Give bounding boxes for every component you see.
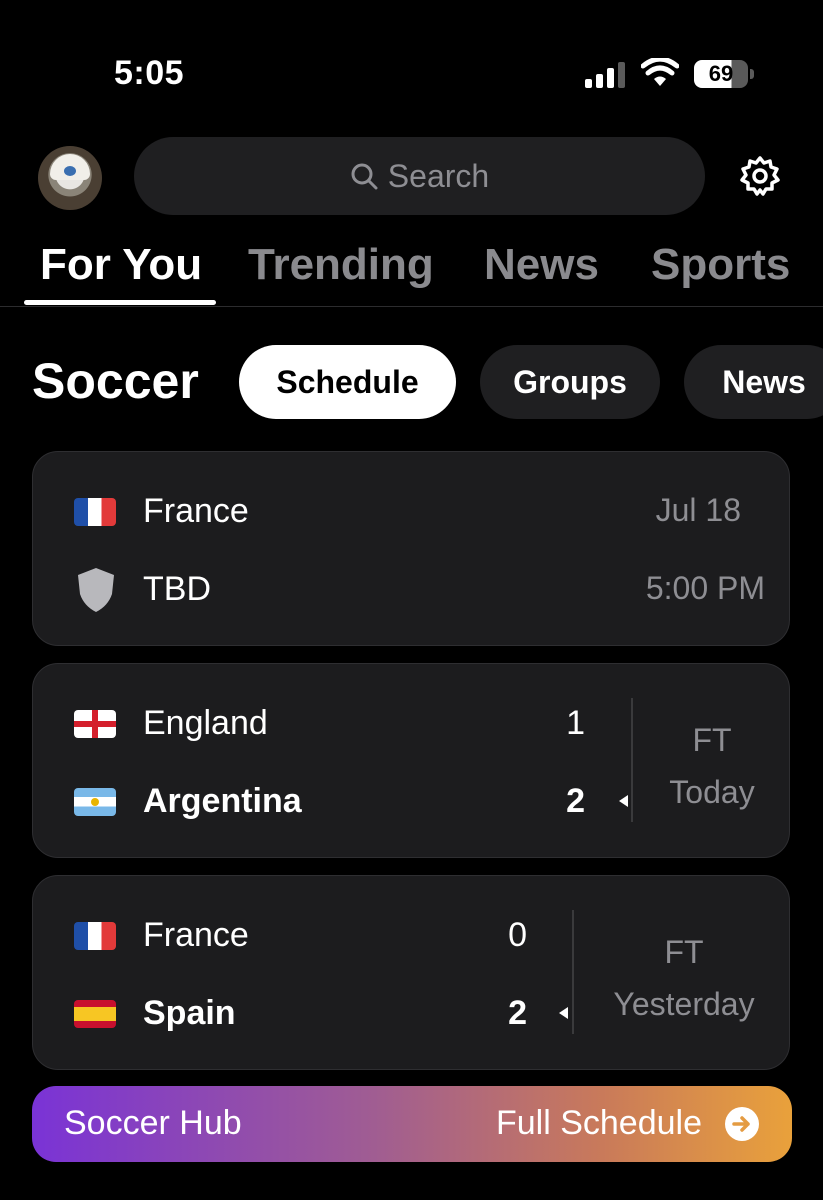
team-name: Spain xyxy=(143,994,236,1032)
tab-for-you[interactable]: For You xyxy=(40,240,202,290)
search-input[interactable]: Search xyxy=(134,137,705,215)
team-name: France xyxy=(143,492,249,530)
hub-label: Soccer Hub xyxy=(64,1104,242,1142)
france-flag-icon xyxy=(74,498,116,526)
team-score: 1 xyxy=(566,704,585,742)
team-name: England xyxy=(143,704,268,742)
pill-news[interactable]: News xyxy=(684,345,823,419)
france-flag-icon xyxy=(74,922,116,950)
status-time: 5:05 xyxy=(114,54,185,92)
tab-trending[interactable]: Trending xyxy=(248,240,434,290)
argentina-flag-icon xyxy=(74,788,116,816)
match-status-block: FT Yesterday xyxy=(589,926,779,1030)
battery-icon: 69 xyxy=(694,60,754,88)
search-placeholder: Search xyxy=(387,157,490,194)
team-score: 0 xyxy=(508,916,527,954)
gear-icon[interactable] xyxy=(738,154,782,198)
active-tab-indicator xyxy=(24,300,216,305)
cellular-signal-icon xyxy=(585,62,625,88)
wifi-icon xyxy=(641,58,679,86)
battery-level: 69 xyxy=(694,60,748,88)
match-day: Today xyxy=(669,774,755,810)
match-time: 5:00 PM xyxy=(645,570,765,606)
team-name: France xyxy=(143,916,249,954)
team-score: 2 xyxy=(508,994,527,1032)
match-status-block: FT Today xyxy=(645,714,779,818)
divider xyxy=(572,910,574,1034)
tab-sports[interactable]: Sports xyxy=(651,240,790,290)
match-status: FT xyxy=(664,934,704,970)
top-tabs: For You Trending News Sports xyxy=(0,230,823,307)
avatar[interactable] xyxy=(38,146,102,210)
match-card-england-argentina[interactable]: England 1 Argentina 2 FT Today xyxy=(32,663,790,858)
divider xyxy=(631,698,633,822)
pill-schedule[interactable]: Schedule xyxy=(239,345,456,419)
match-day: Yesterday xyxy=(613,986,755,1022)
match-card-upcoming[interactable]: France Jul 18 TBD 5:00 PM xyxy=(32,451,790,646)
match-date: Jul 18 xyxy=(655,492,741,528)
soccer-hub-banner[interactable]: Soccer Hub Full Schedule xyxy=(32,1086,792,1162)
pill-groups[interactable]: Groups xyxy=(480,345,660,419)
full-schedule-link[interactable]: Full Schedule xyxy=(496,1104,702,1143)
arrow-right-icon[interactable] xyxy=(724,1106,760,1142)
team-name: Argentina xyxy=(143,782,302,820)
winner-indicator-icon xyxy=(559,1007,568,1019)
team-name: TBD xyxy=(143,570,211,608)
team-score: 2 xyxy=(566,782,585,820)
tab-news[interactable]: News xyxy=(484,240,599,290)
search-icon xyxy=(351,163,378,190)
section-title: Soccer xyxy=(32,353,199,409)
spain-flag-icon xyxy=(74,1000,116,1028)
england-flag-icon xyxy=(74,710,116,738)
match-status: FT xyxy=(692,722,732,758)
winner-indicator-icon xyxy=(619,795,628,807)
shield-icon xyxy=(78,568,114,612)
match-card-france-spain[interactable]: France 0 Spain 2 FT Yesterday xyxy=(32,875,790,1070)
